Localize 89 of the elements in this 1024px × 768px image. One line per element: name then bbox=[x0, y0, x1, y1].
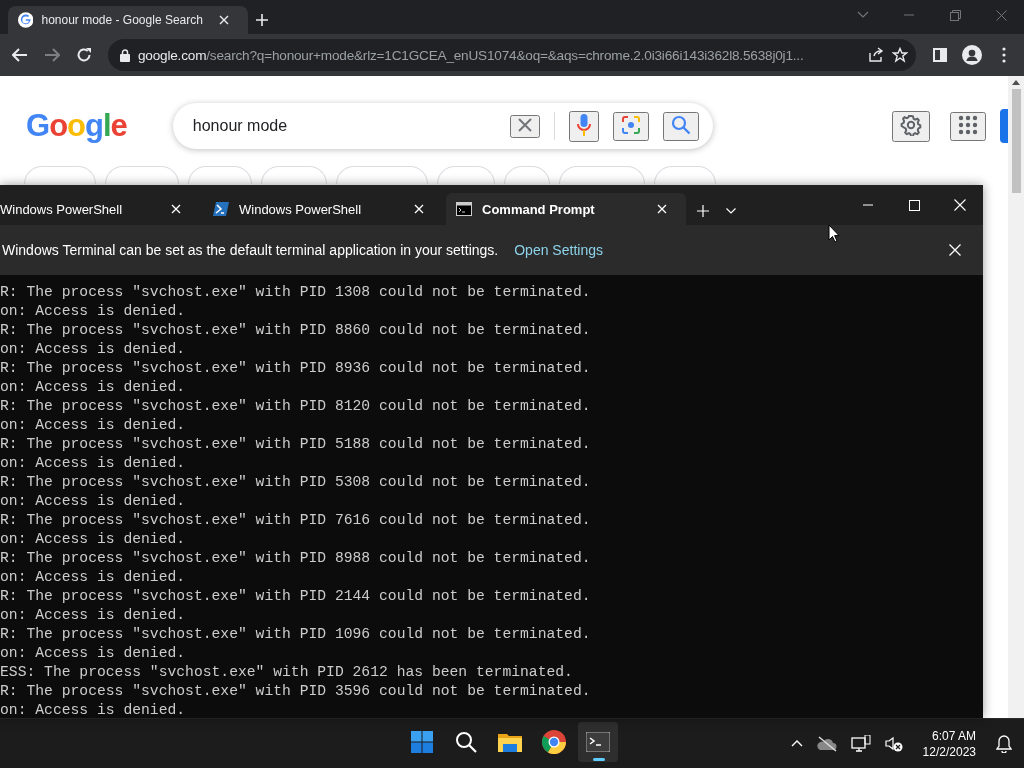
console-line: R: The process "svchost.exe" with PID 8936 could not be terminated. bbox=[0, 359, 591, 378]
network-icon[interactable] bbox=[850, 734, 871, 753]
folder-icon bbox=[498, 732, 522, 752]
command-prompt-icon bbox=[456, 202, 472, 216]
console-line: on: Access is denied. bbox=[0, 568, 186, 587]
console-line: on: Access is denied. bbox=[0, 302, 186, 321]
forward-arrow-icon bbox=[44, 48, 60, 62]
console-line: R: The process "svchost.exe" with PID 5308 could not be terminated. bbox=[0, 473, 591, 492]
console-line: on: Access is denied. bbox=[0, 416, 186, 435]
console-line: on: Access is denied. bbox=[0, 530, 186, 549]
terminal-tab[interactable]: Command Prompt bbox=[446, 193, 686, 225]
chrome-icon bbox=[542, 730, 566, 754]
console-line: on: Access is denied. bbox=[0, 606, 186, 625]
side-panel-icon bbox=[933, 48, 947, 62]
minimize-icon bbox=[904, 14, 914, 16]
notifications-button[interactable] bbox=[996, 734, 1012, 753]
scrollbar-thumb[interactable] bbox=[1011, 89, 1021, 193]
plus-icon bbox=[697, 205, 709, 217]
console-line: R: The process "svchost.exe" with PID 8988 could not be terminated. bbox=[0, 549, 591, 568]
apps-button[interactable] bbox=[950, 111, 986, 141]
console-line: R: The process "svchost.exe" with PID 3596 could not be terminated. bbox=[0, 682, 591, 701]
mouse-cursor-icon bbox=[828, 224, 840, 243]
voice-search-button[interactable] bbox=[568, 110, 599, 142]
search-icon bbox=[455, 731, 477, 753]
console-line: on: Access is denied. bbox=[0, 378, 186, 397]
console-line: R: The process "svchost.exe" with PID 8120 could not be terminated. bbox=[0, 397, 591, 416]
console-line: on: Access is denied. bbox=[0, 492, 186, 511]
console-line: R: The process "svchost.exe" with PID 1308 could not be terminated. bbox=[0, 283, 591, 302]
terminal-icon bbox=[586, 732, 610, 752]
windows-logo-icon bbox=[411, 731, 433, 753]
google-icon bbox=[18, 12, 34, 28]
restore-icon bbox=[949, 9, 961, 21]
settings-icon bbox=[900, 113, 922, 136]
minimize-icon bbox=[863, 204, 873, 206]
close-icon bbox=[954, 199, 966, 211]
powershell-icon bbox=[213, 202, 229, 216]
console-line: R: The process "svchost.exe" with PID 1096 could not be terminated. bbox=[0, 625, 591, 644]
close-icon bbox=[517, 117, 532, 132]
plus-icon bbox=[255, 13, 269, 27]
camera-icon bbox=[620, 114, 641, 135]
settings-button[interactable] bbox=[892, 110, 930, 142]
close-icon bbox=[171, 204, 181, 214]
close-icon bbox=[219, 15, 230, 25]
maximize-icon bbox=[908, 199, 920, 211]
notice-text: Windows Terminal can be set as the default terminal application in your settings. bbox=[2, 242, 499, 258]
chevron-up-icon bbox=[790, 740, 803, 747]
tab-title: honour mode - Google Search bbox=[41, 13, 203, 27]
search-field[interactable]: honour mode bbox=[172, 103, 713, 149]
back-arrow-icon bbox=[12, 48, 28, 62]
scroll-up-icon[interactable] bbox=[1012, 80, 1020, 85]
open-settings-link[interactable]: Open Settings bbox=[514, 242, 603, 258]
close-icon bbox=[657, 204, 667, 214]
reload-icon bbox=[76, 47, 92, 63]
bell-icon bbox=[996, 734, 1012, 753]
search-icon bbox=[670, 114, 691, 135]
show-hidden-icons-button[interactable] bbox=[790, 740, 803, 747]
terminal-tab[interactable]: Windows PowerShell bbox=[203, 193, 443, 225]
image-search-button[interactable] bbox=[612, 111, 649, 141]
person-icon bbox=[962, 45, 982, 65]
lock-icon bbox=[120, 48, 130, 62]
console-line: ESS: The process "svchost.exe" with PID 2612 has been terminated. bbox=[0, 663, 573, 682]
console-line: R: The process "svchost.exe" with PID 5188 could not be terminated. bbox=[0, 435, 591, 454]
close-icon bbox=[995, 9, 1007, 21]
console-line: on: Access is denied. bbox=[0, 644, 186, 663]
console-line: on: Access is denied. bbox=[0, 454, 186, 473]
share-icon bbox=[868, 47, 884, 63]
terminal-tab[interactable]: Windows PowerShell bbox=[0, 193, 200, 225]
console-line: R: The process "svchost.exe" with PID 2144 could not be terminated. bbox=[0, 587, 591, 606]
console-line: R: The process "svchost.exe" with PID 8860 could not be terminated. bbox=[0, 321, 591, 340]
clock[interactable]: 6:07 AM 12/2/2023 bbox=[916, 727, 982, 760]
speaker-muted-icon[interactable] bbox=[884, 735, 903, 752]
microphone-icon bbox=[576, 113, 591, 136]
menu-dots-icon bbox=[1002, 47, 1006, 63]
cloud-off-icon[interactable] bbox=[816, 735, 837, 752]
console-line: on: Access is denied. bbox=[0, 701, 186, 718]
clear-button[interactable] bbox=[509, 114, 540, 138]
apps-grid-icon bbox=[958, 114, 978, 135]
star-icon bbox=[892, 47, 908, 63]
close-icon bbox=[414, 204, 424, 214]
chevron-down-icon bbox=[726, 208, 736, 214]
terminal-button[interactable] bbox=[578, 722, 618, 762]
close-icon bbox=[949, 244, 961, 256]
console-line: on: Access is denied. bbox=[0, 340, 186, 359]
browser-tab[interactable]: honour mode - Google Search bbox=[8, 6, 248, 34]
console-line: R: The process "svchost.exe" with PID 7616 could not be terminated. bbox=[0, 511, 591, 530]
url-text: google.com/search?q=honour+mode&rlz=1C1GCEA_enUS1074&oq=&aqs=chrome.2.0i3i66i143i362l8.5638j0j1... bbox=[138, 47, 805, 63]
google-doodle-logo[interactable]: Google bbox=[24, 108, 129, 144]
address-bar[interactable]: google.com/search?q=honour+mode&rlz=1C1GCEA_enUS1074&oq=&aqs=chrome.2.0i3i66i143i362l8.5638j0j1... bbox=[108, 39, 916, 71]
chevron-down-icon bbox=[857, 11, 869, 19]
